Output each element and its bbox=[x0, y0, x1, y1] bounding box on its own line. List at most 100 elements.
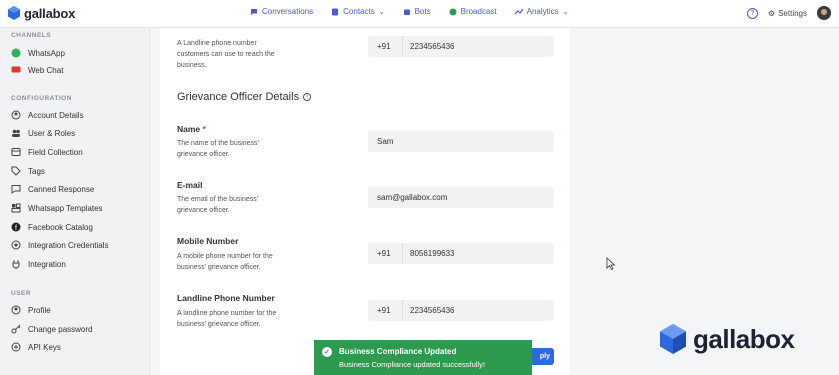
landline-field-description: A landline phone number for the business… bbox=[177, 310, 277, 328]
nav-bots[interactable]: Bots bbox=[403, 7, 431, 16]
sidebar-item-label: Web Chat bbox=[28, 65, 64, 75]
country-code[interactable]: +91 bbox=[377, 243, 403, 264]
sidebar-item-label: Account Details bbox=[28, 110, 84, 120]
sidebar-item-label: User & Roles bbox=[28, 128, 76, 138]
sidebar-item-label: Integration bbox=[28, 259, 66, 269]
channels-section-label: CHANNELS bbox=[11, 32, 52, 39]
name-label-text: Name bbox=[177, 124, 201, 134]
sidebar-item-label: Change password bbox=[28, 324, 93, 334]
mobile-field-label: Mobile Number bbox=[177, 236, 239, 246]
profile-icon bbox=[11, 305, 21, 315]
nav-broadcast[interactable]: Broadcast bbox=[449, 7, 497, 16]
toast-message: Business Compliance updated successfully… bbox=[339, 360, 485, 369]
configuration-section-label: CONFIGURATION bbox=[11, 95, 72, 102]
top-right-controls: ? ⚙ Settings bbox=[746, 6, 831, 20]
watermark-text: gallabox bbox=[693, 323, 795, 354]
landline-field-label: Landline Phone Number bbox=[177, 293, 275, 303]
field-collection-icon bbox=[11, 147, 21, 157]
sidebar-item-web-chat[interactable]: Web Chat bbox=[11, 65, 63, 75]
sidebar-item-field-collection[interactable]: Field Collection bbox=[11, 147, 83, 157]
sidebar-item-canned-response[interactable]: Canned Response bbox=[11, 184, 94, 194]
sidebar-item-profile[interactable]: Profile bbox=[11, 305, 51, 315]
facebook-icon: f bbox=[11, 222, 21, 232]
nav-contacts[interactable]: Contacts ⌄ bbox=[331, 7, 385, 16]
svg-text:f: f bbox=[15, 225, 17, 232]
info-icon[interactable]: i bbox=[303, 93, 312, 101]
name-input[interactable]: Sam bbox=[368, 131, 554, 152]
sidebar-item-tags[interactable]: Tags bbox=[11, 166, 45, 176]
section-heading-text: Grievance Officer Details bbox=[177, 91, 300, 103]
analytics-icon bbox=[514, 8, 523, 14]
sidebar-item-facebook-catalog[interactable]: f Facebook Catalog bbox=[11, 222, 93, 232]
sidebar-item-label: API Keys bbox=[28, 342, 61, 352]
top-navigation-bar: gallabox Conversations Contacts ⌄ Bots B… bbox=[0, 0, 839, 28]
gear-icon: ⚙ bbox=[767, 8, 776, 18]
nav-analytics-label: Analytics bbox=[526, 7, 559, 16]
mobile-field-description: A mobile phone number for the business' … bbox=[177, 253, 273, 271]
sidebar-item-label: Whatsapp Templates bbox=[28, 203, 103, 213]
success-toast[interactable]: ✓ Business Compliance Updated Business C… bbox=[314, 340, 532, 375]
broadcast-icon bbox=[449, 8, 457, 15]
top-landline-field[interactable]: +91 2234565436 bbox=[368, 36, 554, 57]
credentials-icon bbox=[11, 240, 21, 250]
phone-value: 2234565436 bbox=[410, 306, 455, 315]
phone-value: 2234565436 bbox=[410, 42, 455, 51]
chevron-down-icon: ⌄ bbox=[562, 8, 569, 16]
gallabox-logo-icon bbox=[8, 6, 20, 20]
email-input-value: sam@gallabox.com bbox=[377, 193, 448, 202]
sidebar-item-integration[interactable]: Integration bbox=[11, 259, 66, 269]
webchat-icon bbox=[11, 65, 21, 75]
grievance-section-title: Grievance Officer Details i bbox=[177, 91, 312, 103]
sidebar-item-label: Tags bbox=[28, 166, 45, 176]
sidebar-item-whatsapp[interactable]: WhatsApp bbox=[11, 48, 65, 58]
chat-icon bbox=[251, 8, 257, 15]
settings-label: Settings bbox=[778, 8, 807, 18]
api-keys-icon bbox=[11, 342, 21, 352]
app-name: gallabox bbox=[24, 5, 76, 21]
gallabox-watermark: gallabox bbox=[659, 323, 795, 355]
nav-analytics[interactable]: Analytics ⌄ bbox=[514, 7, 569, 16]
sidebar-item-api-keys[interactable]: API Keys bbox=[11, 342, 61, 352]
gallabox-logo-icon bbox=[660, 324, 686, 354]
settings-sidebar: CHANNELS WhatsApp Web Chat CONFIGURATION… bbox=[0, 28, 150, 375]
app-logo[interactable]: gallabox bbox=[8, 5, 75, 21]
mouse-pointer-icon bbox=[606, 257, 616, 270]
sidebar-item-integration-credentials[interactable]: Integration Credentials bbox=[11, 240, 109, 250]
bot-icon bbox=[403, 9, 410, 15]
toast-title: Business Compliance Updated bbox=[339, 347, 457, 356]
check-circle-icon: ✓ bbox=[322, 347, 332, 357]
name-field-description: The name of the business' grievance offi… bbox=[177, 140, 259, 158]
sidebar-item-user-roles[interactable]: User & Roles bbox=[11, 128, 75, 138]
nav-conversations-label: Conversations bbox=[262, 7, 314, 16]
avatar[interactable] bbox=[817, 6, 831, 20]
nav-conversations[interactable]: Conversations bbox=[250, 7, 313, 16]
country-code[interactable]: +91 bbox=[377, 36, 403, 57]
tag-icon bbox=[11, 166, 21, 176]
sidebar-item-label: Field Collection bbox=[28, 147, 83, 157]
help-icon[interactable]: ? bbox=[746, 7, 758, 19]
phone-value: 8056199633 bbox=[410, 249, 455, 258]
email-input[interactable]: sam@gallabox.com bbox=[368, 187, 554, 208]
sidebar-item-whatsapp-templates[interactable]: Whatsapp Templates bbox=[11, 203, 103, 213]
sidebar-item-label: WhatsApp bbox=[28, 48, 65, 58]
business-compliance-form: A Landline phone number customers can us… bbox=[160, 28, 570, 375]
settings-link[interactable]: ⚙ Settings bbox=[768, 9, 807, 18]
templates-icon bbox=[11, 203, 21, 213]
top-landline-description: A Landline phone number customers can us… bbox=[177, 40, 275, 69]
sidebar-item-label: Integration Credentials bbox=[28, 240, 109, 250]
email-field-description: The email of the business' grievance off… bbox=[177, 196, 259, 214]
sidebar-item-label: Canned Response bbox=[28, 184, 95, 194]
sidebar-item-account-details[interactable]: Account Details bbox=[11, 110, 84, 120]
canned-response-icon bbox=[11, 184, 21, 194]
users-icon bbox=[11, 128, 21, 138]
mobile-input[interactable]: +91 8056199633 bbox=[368, 243, 554, 264]
key-icon bbox=[11, 324, 21, 334]
sidebar-item-label: Facebook Catalog bbox=[28, 222, 93, 232]
sidebar-item-change-password[interactable]: Change password bbox=[11, 324, 92, 334]
name-input-value: Sam bbox=[377, 137, 394, 146]
integration-icon bbox=[11, 259, 21, 269]
country-code[interactable]: +91 bbox=[377, 300, 403, 321]
user-section-label: USER bbox=[11, 290, 32, 297]
contacts-icon bbox=[332, 8, 339, 15]
landline-input[interactable]: +91 2234565436 bbox=[368, 300, 554, 321]
